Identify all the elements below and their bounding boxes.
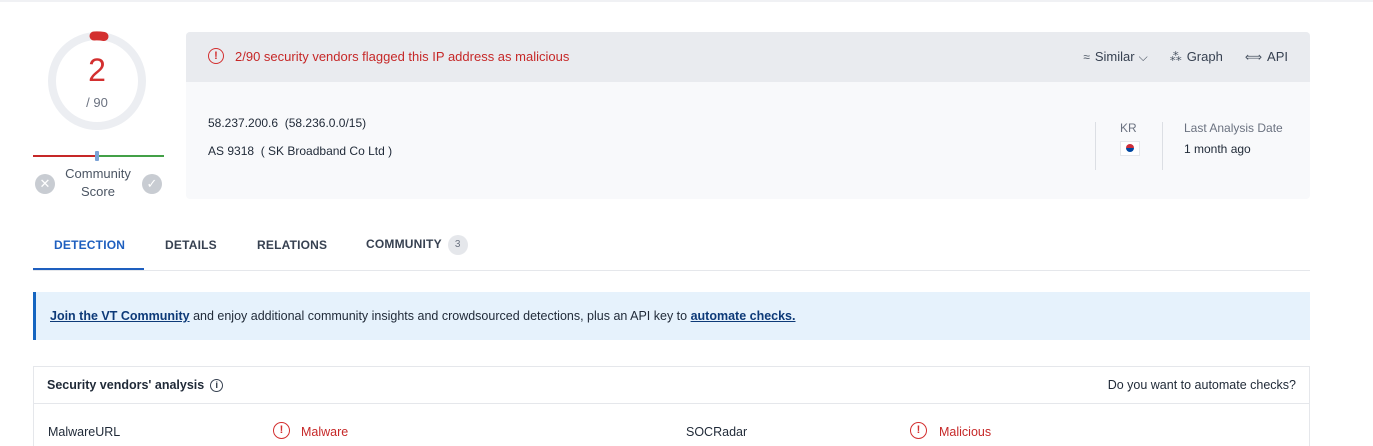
summary-card: ! 2/90 security vendors flagged this IP … (186, 32, 1310, 199)
vendor-result: Malicious (939, 425, 992, 439)
automate-checks-prompt[interactable]: Do you want to automate checks? (1108, 378, 1296, 392)
south-korea-flag-icon (1120, 141, 1140, 156)
banner-text: Join the VT Community and enjoy addition… (50, 309, 796, 323)
community-banner: Join the VT Community and enjoy addition… (33, 292, 1310, 340)
tab-bar: DETECTION DETAILS RELATIONS COMMUNITY 3 (33, 222, 1310, 271)
graph-button[interactable]: ⁂ Graph (1170, 49, 1223, 65)
header-actions: ≈ Similar ⌵ ⁂ Graph ⟺ API (1083, 49, 1288, 65)
detection-score-gauge: 2 / 90 (46, 30, 148, 132)
vendors-section: Security vendors' analysis i Do you want … (33, 366, 1310, 446)
community-score-marker (95, 151, 99, 161)
community-score-bar (33, 151, 164, 161)
tab-relations[interactable]: RELATIONS (257, 238, 327, 252)
community-count-badge: 3 (447, 235, 468, 255)
malicious-alert-icon: ! (273, 422, 290, 439)
ip-address-line: 58.237.200.6 (58.236.0.0/15) (208, 116, 366, 130)
last-analysis-label: Last Analysis Date (1184, 121, 1283, 135)
similar-icon: ≈ (1083, 50, 1090, 64)
automate-checks-link[interactable]: automate checks. (691, 309, 796, 323)
tab-detection[interactable]: DETECTION (54, 238, 125, 252)
vendor-name: MalwareURL (48, 425, 121, 439)
divider (34, 403, 1309, 404)
malicious-alert-icon: ! (910, 422, 927, 439)
vendor-result: Malware (301, 425, 349, 439)
country-code: KR (1120, 121, 1137, 135)
ip-network: (58.236.0.0/15) (284, 116, 367, 130)
join-community-link[interactable]: Join the VT Community (50, 309, 190, 323)
ip-address: 58.237.200.6 (208, 116, 279, 130)
graph-icon: ⁂ (1169, 50, 1182, 64)
active-tab-indicator (33, 268, 144, 270)
api-button[interactable]: ⟺ API (1245, 49, 1288, 65)
tab-details[interactable]: DETAILS (165, 238, 217, 252)
tab-community[interactable]: COMMUNITY 3 (366, 235, 468, 255)
detection-count: 2 (88, 52, 106, 88)
as-owner: AS 9318 ( SK Broadband Co Ltd ) (208, 144, 393, 158)
info-icon[interactable]: i (210, 379, 224, 393)
detection-total: / 90 (86, 95, 108, 110)
chevron-down-icon: ⌵ (1138, 50, 1148, 64)
similar-button[interactable]: ≈ Similar ⌵ (1083, 49, 1147, 65)
divider (1095, 122, 1096, 170)
detection-alert: 2/90 security vendors flagged this IP ad… (235, 49, 570, 64)
vendors-title: Security vendors' analysis i (47, 378, 224, 393)
last-analysis-date: 1 month ago (1184, 142, 1251, 156)
alert-icon: ! (208, 48, 224, 64)
community-score-label: Community Score (65, 166, 131, 199)
top-border (0, 0, 1373, 2)
vote-harmless-icon[interactable]: ✕ (35, 174, 55, 194)
vendor-name: SOCRadar (686, 425, 748, 439)
divider (1162, 122, 1163, 170)
summary-header: ! 2/90 security vendors flagged this IP … (186, 32, 1310, 82)
vote-check-icon[interactable]: ✓ (142, 174, 162, 194)
api-icon: ⟺ (1244, 50, 1263, 64)
